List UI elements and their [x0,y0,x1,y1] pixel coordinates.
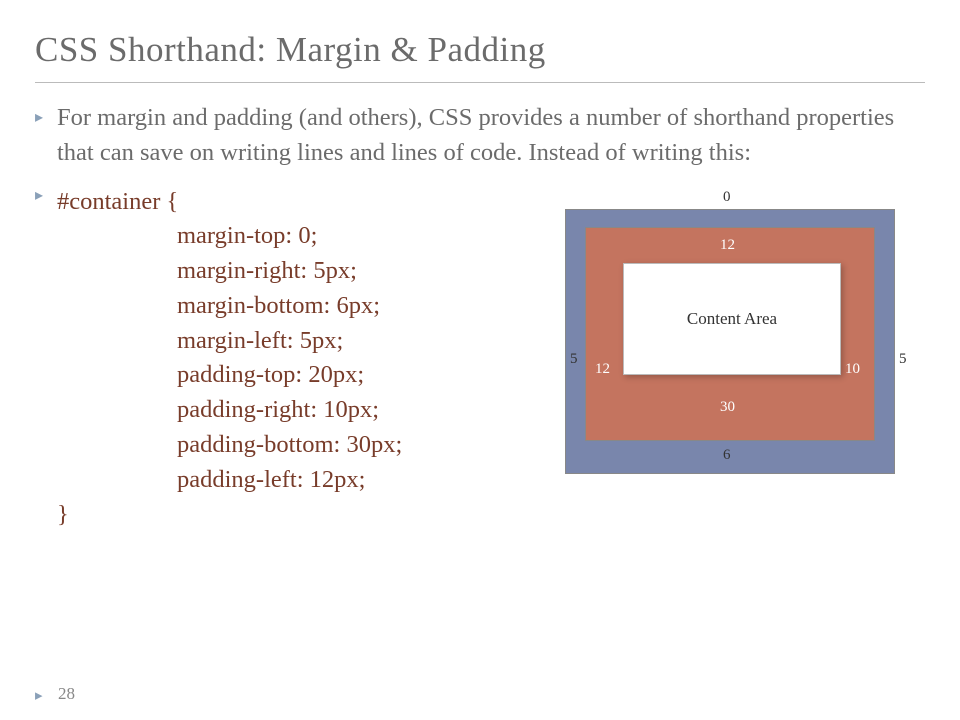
code-bullet: ▸ #container { margin-top: 0; margin-rig… [35,179,535,533]
content-box: Content Area [623,263,841,375]
bullet-icon: ▸ [35,179,57,205]
intro-bullet: ▸ For margin and padding (and others), C… [35,101,925,171]
code-line-6: padding-right: 10px; [57,393,402,428]
intro-text: For margin and padding (and others), CSS… [57,101,925,171]
padding-bottom-label: 30 [720,399,735,416]
margin-right-label: 5 [899,351,907,368]
page-number: 28 [58,684,75,704]
code-line-8: padding-left: 12px; [57,463,402,498]
code-line-5: padding-top: 20px; [57,358,402,393]
bullet-icon: ▸ [35,101,57,127]
code-line-4: margin-left: 5px; [57,324,402,359]
margin-top-label: 0 [723,189,731,206]
code-line-7: padding-bottom: 30px; [57,428,402,463]
code-line-open: #container { [57,185,402,220]
padding-left-label: 12 [595,361,610,378]
slide-title: CSS Shorthand: Margin & Padding [0,0,960,82]
code-block: #container { margin-top: 0; margin-right… [57,185,402,533]
page-arrow-icon: ▸ [35,686,43,705]
title-divider [35,82,925,83]
padding-right-label: 10 [845,361,860,378]
margin-bottom-label: 6 [723,447,731,464]
padding-top-label: 12 [720,237,735,254]
margin-left-label: 5 [570,351,578,368]
content-area-label: Content Area [687,309,777,329]
code-line-close: } [57,498,402,533]
box-model-diagram: Content Area 0 5 6 5 12 10 30 12 [545,191,915,491]
code-line-3: margin-bottom: 6px; [57,289,402,324]
code-line-2: margin-right: 5px; [57,254,402,289]
code-line-1: margin-top: 0; [57,219,402,254]
slide-content: ▸ For margin and padding (and others), C… [0,101,960,540]
